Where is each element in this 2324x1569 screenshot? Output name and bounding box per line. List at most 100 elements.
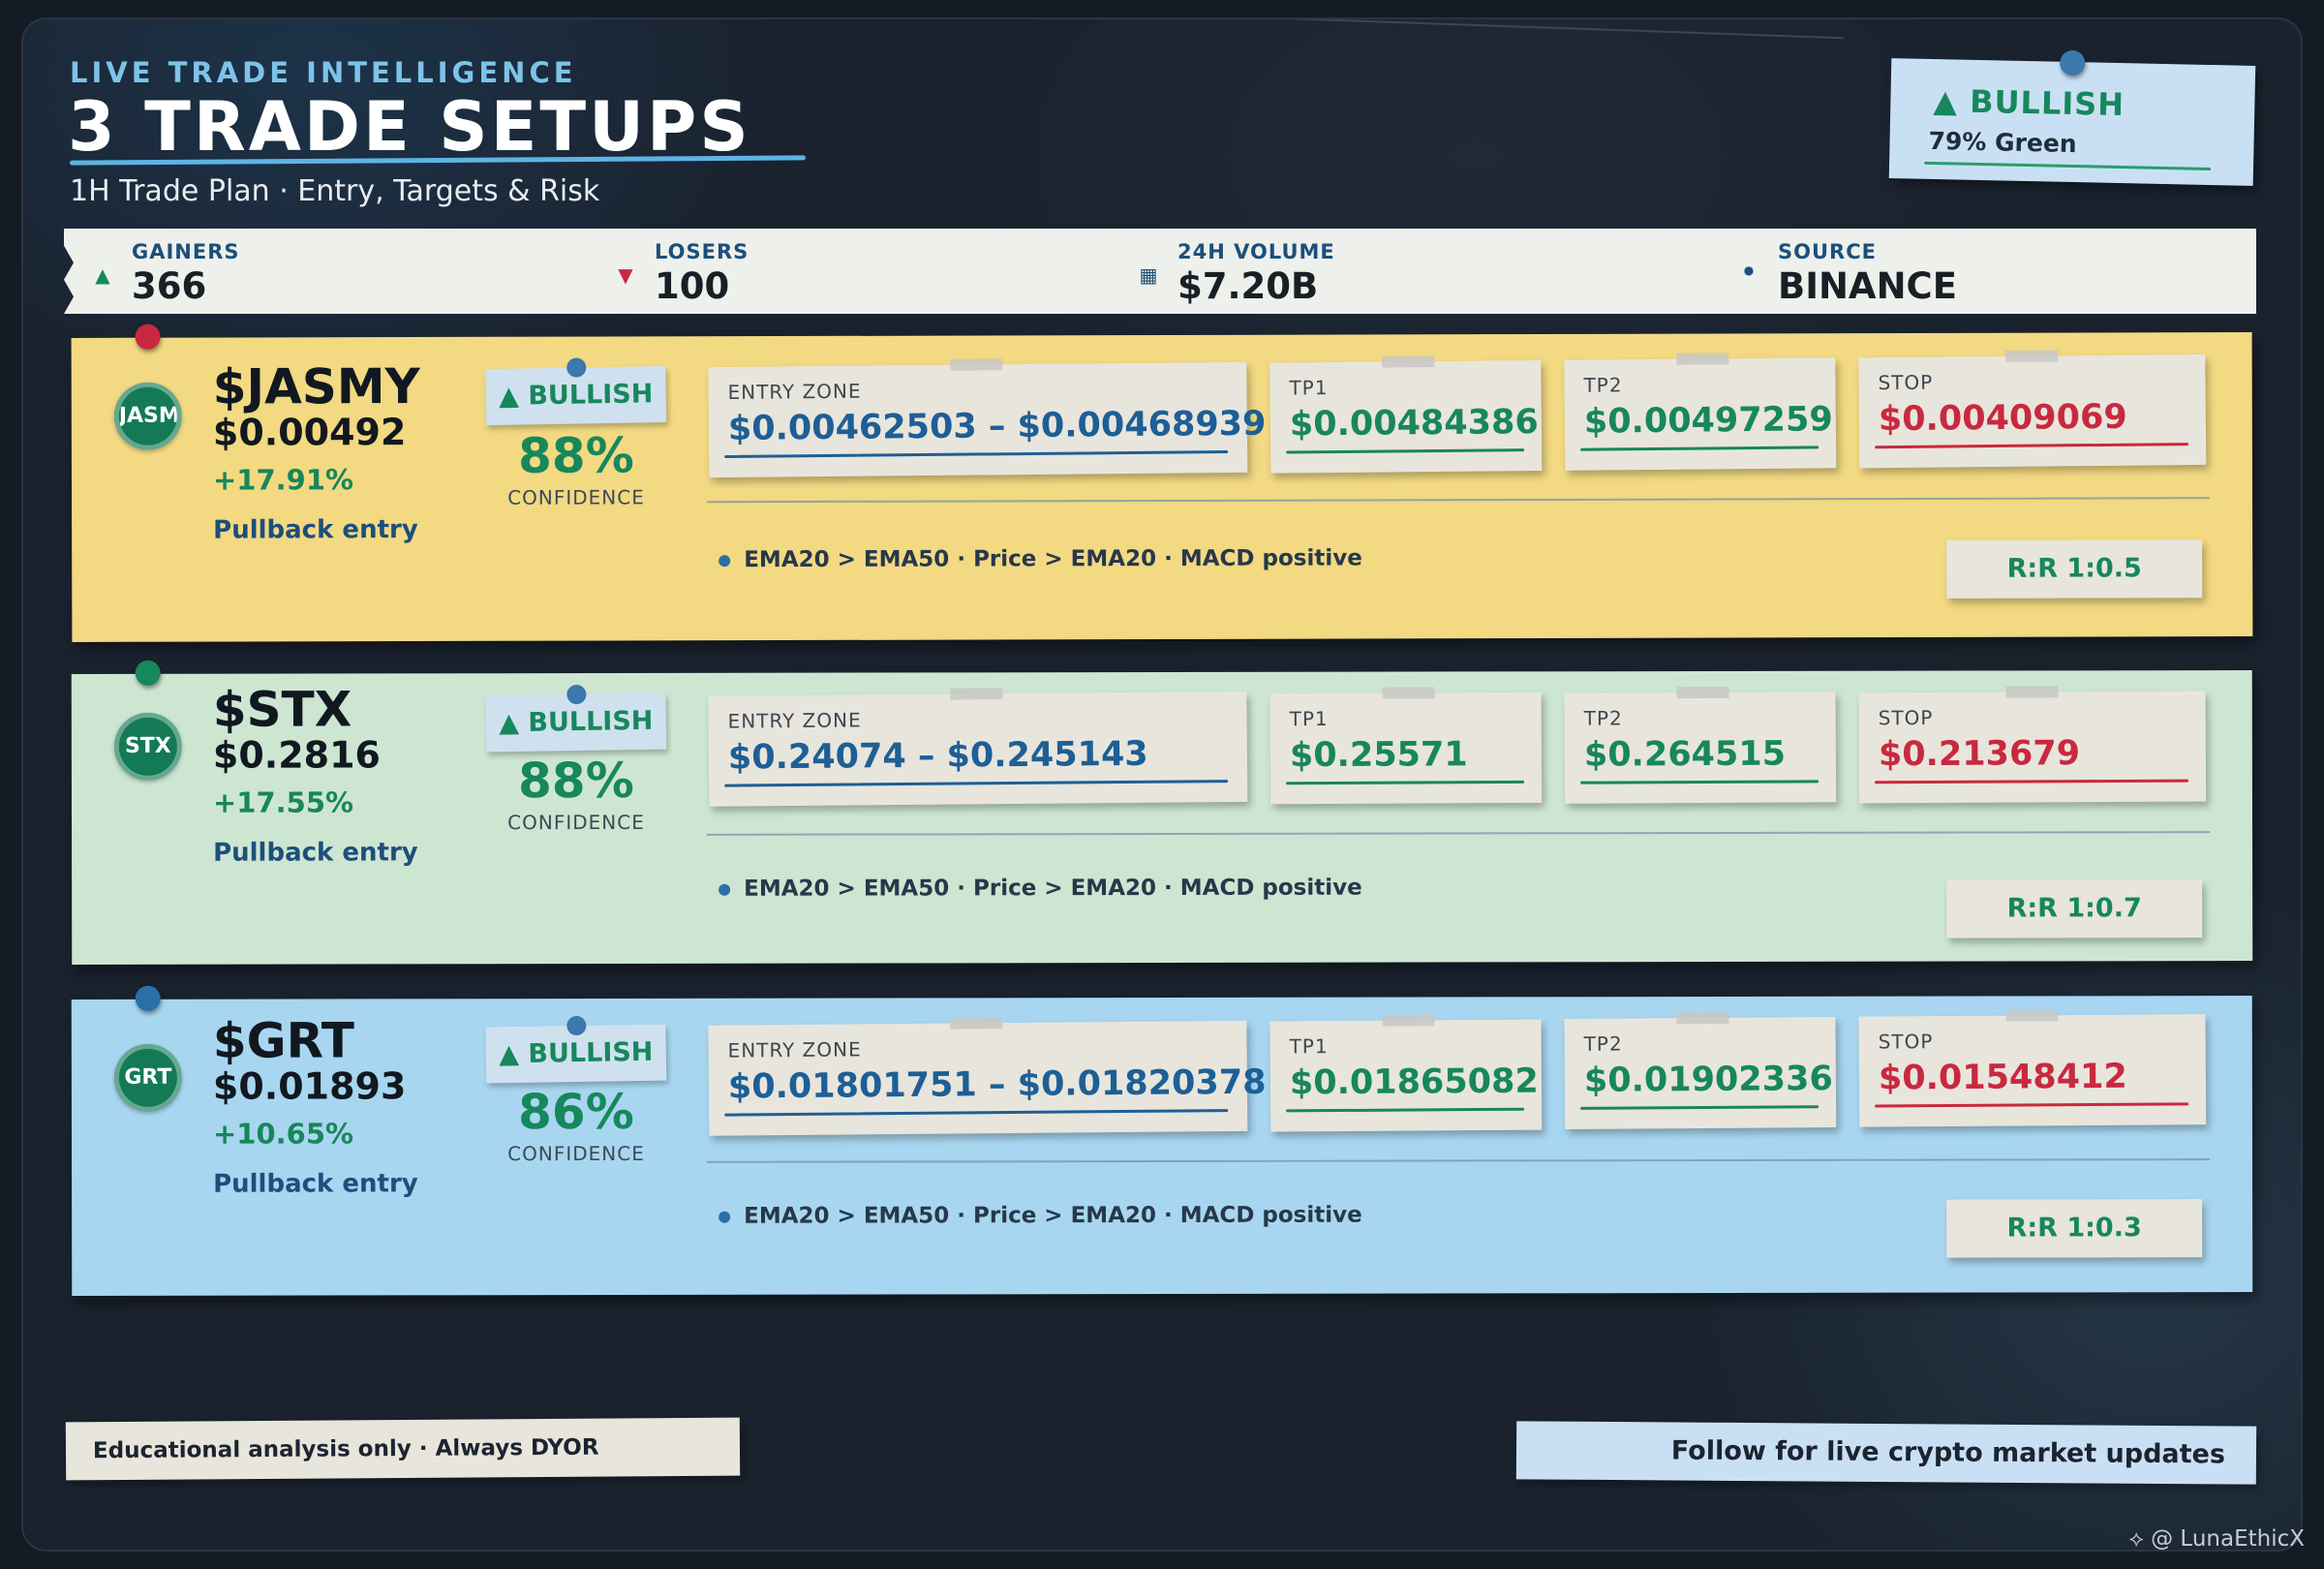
tp2-box: TP2 $0.01902336: [1564, 1011, 1837, 1130]
stat-label: 24H VOLUME: [1177, 240, 1335, 263]
confidence-label: CONFIDENCE: [507, 485, 645, 509]
disclaimer-note: Educational analysis only · Always DYOR: [65, 1417, 741, 1481]
stat-label: SOURCE: [1778, 240, 1877, 263]
author-handle: ⟡ @ LunaEthicX: [2128, 1526, 2305, 1552]
tp1-box: TP1 $0.00484386: [1269, 355, 1543, 474]
tp2-label: TP2: [1583, 706, 1623, 730]
stop-underline: [1875, 443, 2189, 449]
price-change: +17.91%: [212, 463, 354, 497]
tp1-label: TP1: [1289, 706, 1329, 731]
entry-zone-label: ENTRY ZONE: [727, 1037, 862, 1062]
confidence-value: 86%: [518, 1083, 634, 1141]
tp2-underline: [1580, 780, 1819, 784]
tp1-label: TP1: [1289, 376, 1329, 400]
pin-icon: [566, 1015, 587, 1036]
down-triangle-icon: ▼: [618, 263, 633, 287]
confidence-label: CONFIDENCE: [507, 810, 645, 835]
entry-zone-label: ENTRY ZONE: [727, 708, 862, 733]
coin-badge: JASM: [113, 382, 182, 450]
entry-zone-value: $0.00462503 – $0.00468939: [727, 404, 1267, 448]
coin-price: $0.00492: [212, 411, 407, 454]
entry-zone-box: ENTRY ZONE $0.24074 – $0.245143: [708, 688, 1248, 807]
tp1-value: $0.25571: [1289, 735, 1468, 776]
tp1-value: $0.00484386: [1289, 403, 1539, 445]
setup-type: Pullback entry: [213, 838, 418, 868]
entry-zone-box: ENTRY ZONE $0.01801751 – $0.01820378: [708, 1017, 1267, 1136]
trade-setup-card: JASM $JASMY $0.00492 +17.91% Pullback en…: [71, 323, 2253, 642]
tp2-underline: [1580, 1105, 1819, 1110]
signal-label: ▲ BULLISH: [498, 705, 654, 739]
entry-zone-value: $0.24074 – $0.245143: [727, 734, 1148, 778]
entry-zone-value: $0.01801751 – $0.01820378: [727, 1062, 1267, 1107]
signal-tag: ▲ BULLISH: [485, 1015, 667, 1084]
coin-price: $0.2816: [212, 733, 382, 777]
confidence-value: 88%: [517, 427, 634, 484]
stop-underline: [1875, 779, 2189, 784]
risk-reward-tag: R:R 1:0.5: [1946, 539, 2203, 599]
confidence-label: CONFIDENCE: [507, 1141, 645, 1166]
indicator-summary: EMA20 > EMA50 · Price > EMA20 · MACD pos…: [719, 1203, 1362, 1229]
logo-icon: ⟡: [2128, 1526, 2152, 1552]
tp1-label: TP1: [1289, 1034, 1329, 1059]
sentiment-underline: [1924, 161, 2212, 171]
coin-symbol: $JASMY: [212, 358, 420, 415]
tp1-underline: [1286, 448, 1525, 454]
sentiment-detail: 79% Green: [1928, 126, 2077, 159]
tp2-label: TP2: [1583, 373, 1623, 397]
entry-zone-box: ENTRY ZONE $0.00462503 – $0.00468939: [708, 358, 1267, 478]
signal-label: ▲ BULLISH: [498, 1036, 654, 1070]
coin-badge: STX: [113, 712, 182, 781]
tp2-box: TP2 $0.00497259: [1564, 353, 1837, 471]
entry-underline: [724, 1109, 1229, 1117]
stop-label: STOP: [1878, 1030, 1934, 1054]
stop-value: $0.213679: [1878, 734, 2081, 775]
setup-type: Pullback entry: [213, 1169, 418, 1199]
up-triangle-icon: ▲: [95, 263, 110, 287]
tp1-value: $0.01865082: [1289, 1061, 1539, 1103]
page-subtitle: 1H Trade Plan · Entry, Targets & Risk: [70, 174, 600, 208]
stop-value: $0.00409069: [1878, 397, 2127, 440]
divider: [707, 1158, 2211, 1163]
market-stats-bar: ▲ GAINERS 366 ▼ LOSERS 100 ▦ 24H VOLUME …: [64, 229, 2256, 314]
stop-box: STOP $0.00409069: [1858, 350, 2207, 469]
decorative-line: [1166, 19, 1844, 40]
stop-box: STOP $0.01548412: [1858, 1009, 2207, 1127]
tp1-box: TP1 $0.25571: [1269, 687, 1543, 805]
stop-underline: [1875, 1102, 2189, 1108]
source-dot-icon: ●: [1743, 263, 1755, 277]
sentiment-label: ▲ BULLISH: [1933, 81, 2125, 124]
volume-icon: ▦: [1139, 263, 1158, 287]
pin-icon: [135, 985, 161, 1011]
trade-setup-card: GRT $GRT $0.01893 +10.65% Pullback entry…: [71, 985, 2253, 1296]
entry-underline: [724, 450, 1229, 459]
stat-label: LOSERS: [655, 240, 749, 263]
divider: [707, 497, 2211, 504]
market-sentiment-note: ▲ BULLISH 79% Green: [1888, 49, 2256, 186]
stat-label: GAINERS: [132, 240, 240, 263]
tp1-box: TP1 $0.01865082: [1269, 1014, 1543, 1132]
pin-icon: [135, 323, 161, 350]
tp2-box: TP2 $0.264515: [1564, 686, 1837, 804]
eyebrow-label: LIVE TRADE INTELLIGENCE: [70, 56, 577, 89]
follow-cta-note: Follow for live crypto market updates: [1515, 1421, 2257, 1485]
coin-symbol: $STX: [212, 681, 352, 738]
stop-label: STOP: [1878, 705, 1934, 730]
risk-reward-tag: R:R 1:0.7: [1946, 879, 2203, 938]
stat-value: 366: [132, 265, 207, 307]
coin-price: $0.01893: [212, 1064, 407, 1108]
setup-type: Pullback entry: [213, 515, 418, 545]
tp2-underline: [1580, 446, 1819, 451]
stat-value: $7.20B: [1177, 265, 1319, 307]
stat-value: BINANCE: [1778, 265, 1957, 307]
pin-icon: [2060, 49, 2086, 77]
price-change: +10.65%: [212, 1117, 354, 1151]
confidence-value: 88%: [518, 752, 634, 810]
trade-setup-card: STX $STX $0.2816 +17.55% Pullback entry …: [71, 660, 2253, 965]
divider: [707, 831, 2211, 836]
tp2-label: TP2: [1583, 1031, 1623, 1056]
tp2-value: $0.264515: [1583, 734, 1787, 775]
tp2-value: $0.01902336: [1583, 1060, 1833, 1100]
entry-zone-label: ENTRY ZONE: [727, 379, 862, 404]
signal-label: ▲ BULLISH: [498, 379, 654, 412]
stat-value: 100: [655, 265, 730, 307]
